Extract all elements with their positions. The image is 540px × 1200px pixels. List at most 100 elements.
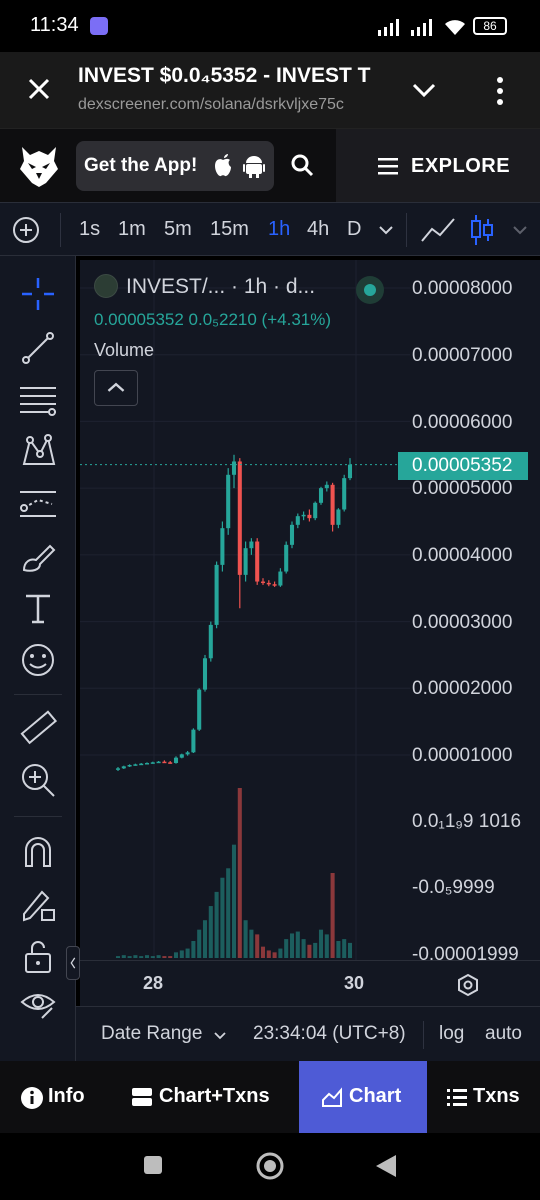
legend-symbol[interactable]: INVEST/... · 1h · d... (126, 275, 315, 299)
volume-bar (191, 941, 196, 958)
volume-bar (284, 939, 289, 958)
tab-txns[interactable]: Txns (427, 1061, 540, 1133)
fib-retracement-icon[interactable] (18, 380, 58, 420)
legend-volume[interactable]: Volume (94, 340, 154, 361)
timeframe-15m[interactable]: 15m (210, 218, 249, 241)
collapse-panel-icon[interactable] (66, 946, 80, 980)
text-tool-icon[interactable] (18, 588, 58, 628)
timeframe-4h[interactable]: 4h (307, 218, 329, 241)
date-range-button[interactable]: Date Range (101, 1023, 202, 1045)
candle-body (347, 464, 353, 479)
candle-body (185, 752, 190, 755)
area-chart-icon (322, 1087, 342, 1107)
candle (162, 760, 167, 764)
search-icon[interactable] (290, 153, 314, 177)
auto-scale-toggle[interactable]: auto (485, 1023, 522, 1045)
candle (237, 458, 242, 609)
candle-body (318, 488, 324, 503)
y-tick-label: 0.0₁1₉9 1016 (412, 811, 522, 832)
status-bar: 11:34 86 (0, 0, 540, 52)
volume-bar (255, 934, 260, 958)
y-tick-label: 0.00007000 (412, 345, 513, 366)
y-tick-label: 0.00003000 (412, 612, 513, 633)
chevron-down-icon[interactable] (214, 1031, 226, 1041)
emoji-icon[interactable] (18, 640, 58, 680)
x-tick-label: 28 (143, 973, 164, 993)
tab-chart-txns[interactable]: Chart+Txns (106, 1061, 299, 1133)
tab-chart[interactable]: Chart (299, 1061, 427, 1133)
crosshair-icon[interactable] (18, 274, 58, 314)
dexscreener-logo-icon[interactable] (16, 143, 62, 189)
pattern-tool-icon[interactable] (18, 432, 58, 472)
volume-bar (289, 933, 295, 958)
lock-drawing-pencil-icon[interactable] (18, 884, 58, 924)
volume-bar (133, 955, 138, 958)
trend-line-icon[interactable] (18, 328, 58, 368)
timeframe-1s[interactable]: 1s (79, 218, 100, 241)
candle-body (295, 516, 300, 525)
brush-icon[interactable] (18, 536, 58, 576)
zoom-in-icon[interactable] (18, 760, 58, 800)
notification-app-icon (90, 17, 108, 35)
volume-bars (115, 788, 353, 958)
explore-button[interactable]: EXPLORE (336, 129, 540, 203)
candle (197, 688, 202, 731)
page-url[interactable]: dexscreener.com/solana/dsrkvljxe75c (78, 96, 388, 114)
candle-body (144, 763, 150, 765)
chart-toolbar: 1s 1m 5m 15m 1h 4h D (0, 202, 540, 256)
tab-info[interactable]: Info (0, 1061, 106, 1133)
get-app-label: Get the App! (84, 155, 198, 176)
panel-divider-2 (14, 816, 62, 817)
panel-divider (14, 694, 62, 695)
volume-bar (295, 931, 300, 958)
timeframe-dropdown-icon[interactable] (378, 223, 394, 237)
unlock-icon[interactable] (18, 936, 58, 976)
candle (347, 458, 353, 481)
apple-icon (215, 154, 231, 177)
android-icon (243, 156, 265, 178)
candle (307, 509, 312, 522)
collapse-legend-icon[interactable] (94, 370, 138, 406)
candle-body (342, 478, 347, 510)
candle (243, 541, 248, 582)
candle-body (179, 754, 184, 758)
get-app-button[interactable]: Get the App! (76, 141, 274, 191)
eye-icon[interactable] (18, 984, 58, 1024)
recents-icon[interactable] (143, 1155, 163, 1175)
volume-bar (260, 946, 266, 958)
timeframe-1h[interactable]: 1h (268, 218, 290, 241)
timeframe-1m[interactable]: 1m (118, 218, 146, 241)
candle-body (121, 766, 126, 769)
candle (220, 521, 225, 572)
price-chart[interactable]: INVEST/... · 1h · d... 0.00005352 0.0₅22… (80, 260, 540, 960)
home-icon[interactable] (255, 1151, 285, 1181)
candle-body (226, 474, 231, 529)
prediction-tool-icon[interactable] (18, 484, 58, 524)
line-chart-type-icon[interactable] (420, 215, 456, 245)
timezone-clock[interactable]: 23:34:04 (UTC+8) (253, 1023, 406, 1045)
candle (313, 501, 318, 521)
back-icon[interactable] (374, 1153, 398, 1179)
time-axis[interactable]: 28 30 (80, 960, 540, 1006)
volume-bar (214, 891, 219, 958)
more-options-icon[interactable] (490, 74, 510, 108)
ruler-icon[interactable] (18, 708, 58, 748)
log-scale-toggle[interactable]: log (439, 1023, 464, 1045)
timeframe-1d[interactable]: D (347, 218, 361, 241)
chart-settings-icon[interactable] (456, 973, 480, 997)
timeframe-5m[interactable]: 5m (164, 218, 192, 241)
volume-bar (266, 950, 271, 958)
legend-prices: 0.00005352 0.0₅2210 (+4.31%) (94, 310, 332, 329)
chevron-down-icon[interactable] (410, 76, 438, 104)
volume-bar (324, 934, 329, 958)
tab-chart-label: Chart (349, 1085, 402, 1107)
add-symbol-icon[interactable] (12, 216, 40, 244)
chart-type-dropdown-icon[interactable] (512, 223, 528, 237)
close-icon[interactable] (26, 76, 52, 102)
candle-body (324, 484, 329, 489)
magnet-icon[interactable] (18, 832, 58, 872)
volume-bar (121, 955, 126, 958)
y-tick-label: 0.00005000 (412, 478, 513, 499)
volume-bar (318, 929, 324, 958)
candlestick-chart-type-icon[interactable] (468, 213, 496, 247)
